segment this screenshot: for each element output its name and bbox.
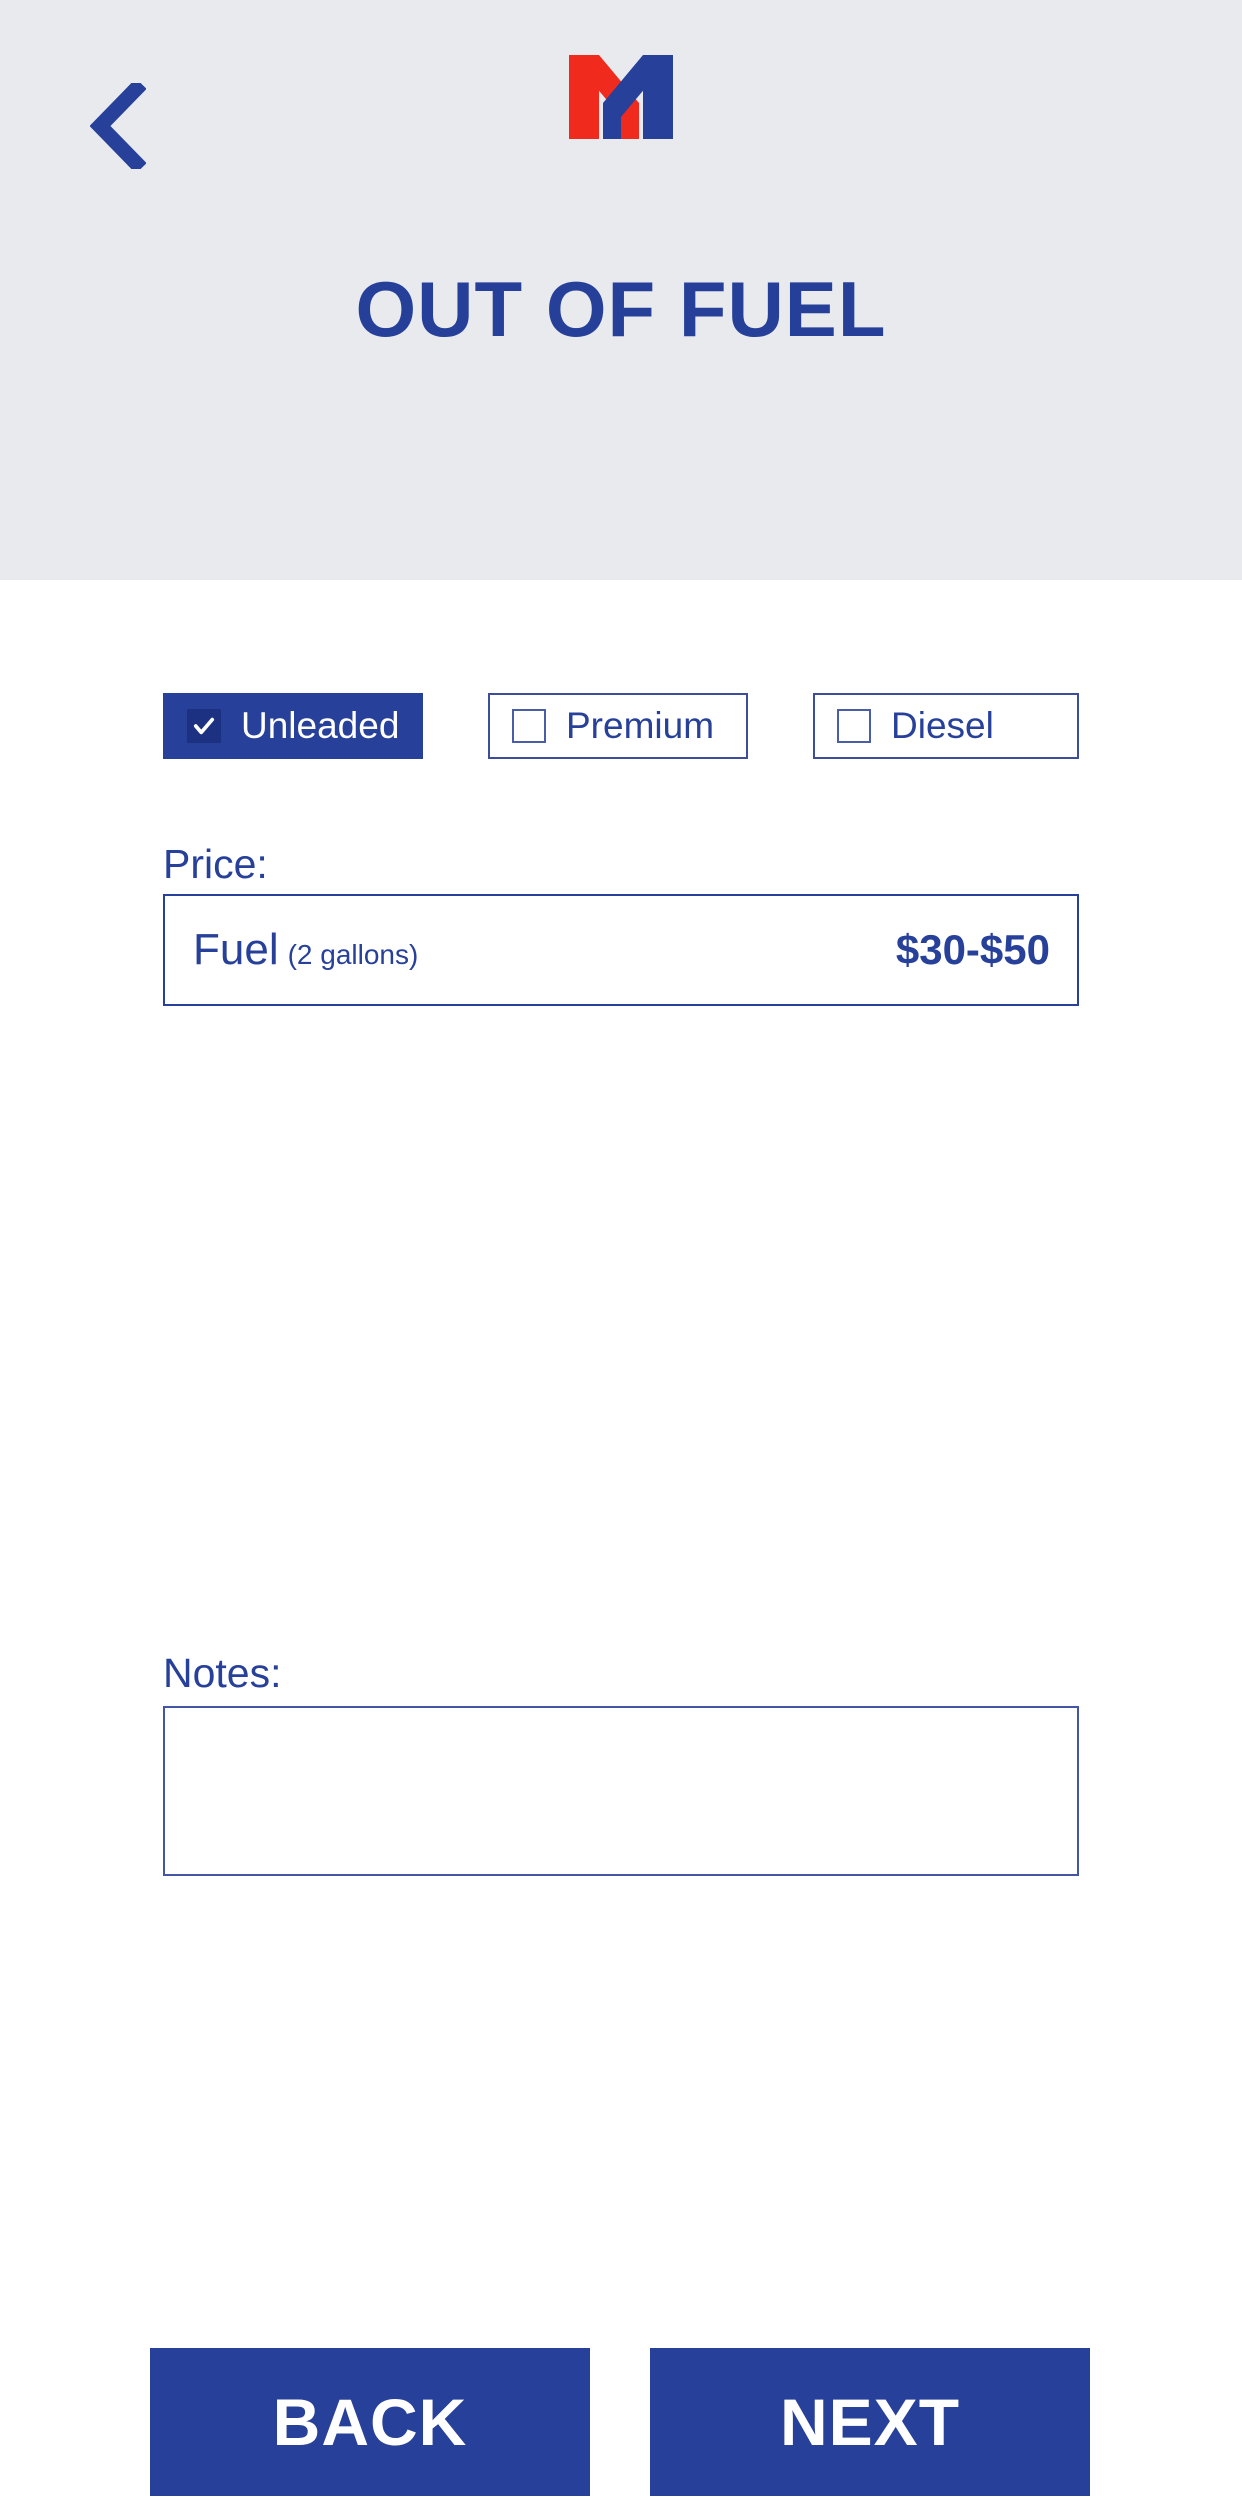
brand-m-logo bbox=[569, 55, 673, 139]
back-navigation-button[interactable] bbox=[70, 78, 166, 174]
main-content: Unleaded Premium Diesel Price: Fuel (2 g… bbox=[0, 580, 1242, 2496]
fuel-type-label-diesel: Diesel bbox=[891, 705, 994, 746]
page-header: OUT OF FUEL bbox=[0, 0, 1242, 580]
checkbox-premium[interactable] bbox=[512, 709, 546, 743]
check-icon bbox=[193, 717, 215, 735]
fuel-type-label-premium: Premium bbox=[566, 705, 715, 746]
price-item-group: Fuel (2 gallons) bbox=[193, 928, 418, 972]
page-title: OUT OF FUEL bbox=[355, 265, 887, 353]
footer-button-bar: BACK NEXT bbox=[0, 2348, 1242, 2496]
notes-input[interactable] bbox=[163, 1706, 1079, 1876]
fuel-type-option-premium[interactable]: Premium bbox=[488, 693, 748, 759]
chevron-left-icon bbox=[90, 83, 146, 169]
price-summary-row: Fuel (2 gallons) $30-$50 bbox=[163, 894, 1079, 1006]
fuel-type-selector: Unleaded Premium Diesel bbox=[163, 693, 1079, 759]
fuel-type-option-diesel[interactable]: Diesel bbox=[813, 693, 1079, 759]
next-button[interactable]: NEXT bbox=[650, 2348, 1090, 2496]
checkbox-diesel[interactable] bbox=[837, 709, 871, 743]
fuel-type-option-unleaded[interactable]: Unleaded bbox=[163, 693, 423, 759]
price-item-value: $30-$50 bbox=[895, 926, 1050, 973]
fuel-type-label-unleaded: Unleaded bbox=[241, 705, 400, 746]
checkbox-unleaded[interactable] bbox=[187, 709, 221, 743]
price-item-quantity: (2 gallons) bbox=[287, 939, 419, 970]
back-button[interactable]: BACK bbox=[150, 2348, 590, 2496]
price-item-name: Fuel bbox=[193, 925, 279, 974]
notes-section-label: Notes: bbox=[163, 1650, 282, 1696]
price-section-label: Price: bbox=[163, 841, 268, 887]
